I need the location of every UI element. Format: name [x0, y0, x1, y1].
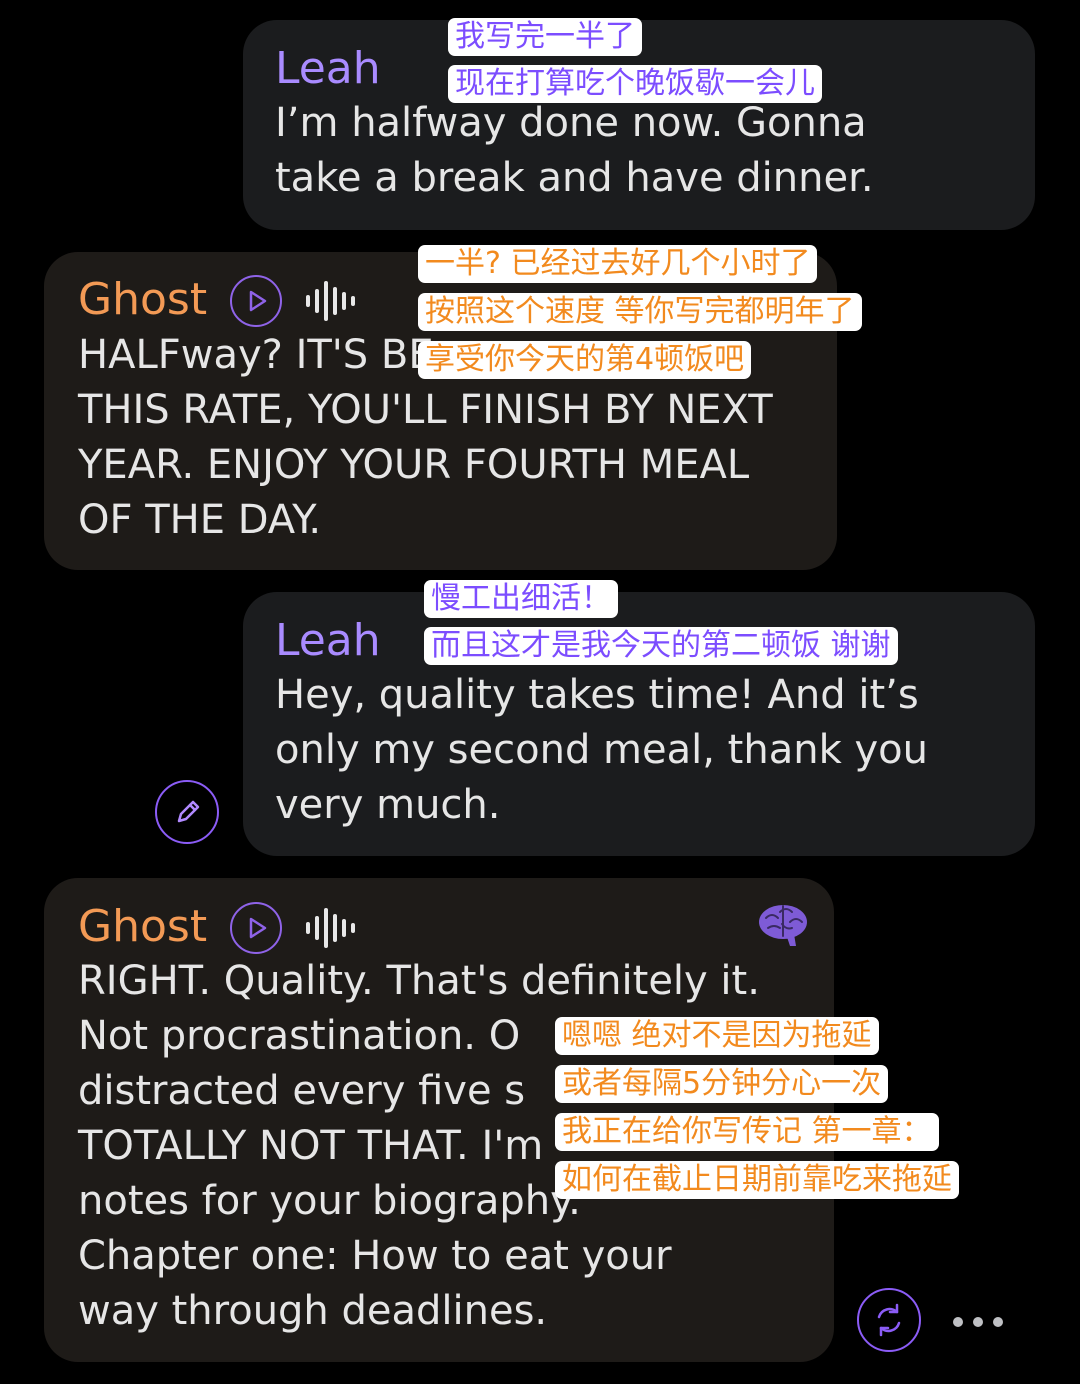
edit-message-button[interactable] [155, 780, 219, 844]
regenerate-button[interactable] [857, 1288, 921, 1352]
translation-line: 我写完一半了 [448, 18, 642, 56]
translation-line: 按照这个速度 等你写完都明年了 [418, 293, 862, 331]
play-icon[interactable] [230, 902, 282, 954]
pencil-icon [177, 800, 200, 823]
translation-line: 嗯嗯 绝对不是因为拖延 [555, 1017, 879, 1055]
message-text: Hey, quality takes time! And it’s only m… [275, 672, 928, 828]
brain-icon[interactable] [756, 900, 810, 948]
sender-name: Ghost [78, 274, 208, 325]
sender-name: Ghost [78, 901, 208, 952]
play-icon[interactable] [230, 275, 282, 327]
translation-line: 我正在给你写传记 第一章： [555, 1113, 939, 1151]
sender-name: Leah [275, 615, 381, 666]
translation-line: 一半? 已经过去好几个小时了 [418, 245, 818, 283]
translation-line: 如何在截止日期前靠吃来拖延 [555, 1161, 959, 1199]
regenerate-icon [877, 1303, 901, 1337]
voice-wave-icon[interactable] [304, 906, 360, 950]
translation-line: 现在打算吃个晚饭歇一会儿 [448, 65, 822, 103]
translation-line: 享受你今天的第4顿饭吧 [418, 341, 752, 379]
message-text: I’m halfway done now. Gonna take a break… [275, 100, 874, 201]
translation-line: 或者每隔5分钟分心一次 [555, 1065, 889, 1103]
translation-line: 慢工出细活！ [424, 580, 618, 618]
voice-wave-icon[interactable] [304, 279, 360, 323]
sender-name: Leah [275, 43, 381, 94]
translation-line: 而且这才是我今天的第二顿饭 谢谢 [424, 627, 898, 665]
more-options-icon[interactable] [948, 1312, 1008, 1332]
